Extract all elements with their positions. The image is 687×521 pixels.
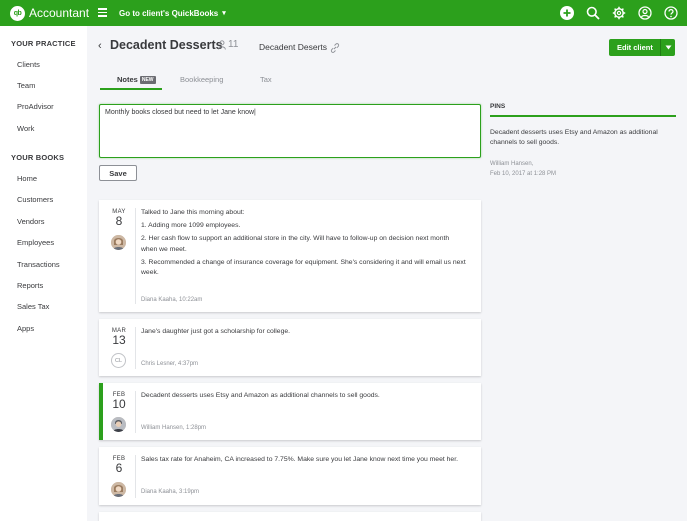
sidebar: YOUR PRACTICE Clients Team ProAdvisor Wo… [0, 26, 87, 521]
sidebar-item-team[interactable]: Team [17, 81, 35, 90]
sidebar-item-home[interactable]: Home [17, 174, 37, 183]
sidebar-item-clients[interactable]: Clients [17, 60, 40, 69]
note-card[interactable]: MAY 8 Talked to Jane this morning about:… [99, 200, 481, 312]
sidebar-item-work[interactable]: Work [17, 124, 34, 133]
edit-client-dropdown-toggle[interactable] [660, 39, 675, 56]
help-icon[interactable] [663, 5, 679, 21]
page-title: Decadent Desserts [110, 38, 223, 52]
sidebar-item-sales-tax[interactable]: Sales Tax [17, 302, 49, 311]
pins-title: PINS [490, 103, 506, 110]
tabs: Notes NEW Bookkeeping Tax [100, 70, 480, 90]
pinned-note-text: Decadent desserts uses Etsy and Amazon a… [490, 129, 658, 146]
active-tab-indicator [100, 88, 162, 90]
note-day: 8 [115, 214, 123, 228]
pinned-note-author: William Hansen, [490, 161, 534, 167]
quickbooks-logo-icon: qb [10, 5, 25, 21]
note-day: 13 [112, 333, 126, 347]
note-meta: Chris Lesner, 4:37pm [141, 361, 199, 367]
pinned-note-meta: William Hansen, Feb 10, 2017 at 1:28 PM [490, 159, 556, 179]
client-switch-label: Go to client's QuickBooks [119, 8, 219, 18]
sidebar-section-your-books: YOUR BOOKS [11, 153, 65, 162]
note-day: 10 [112, 397, 126, 411]
note-day: 6 [115, 461, 123, 475]
sidebar-item-employees[interactable]: Employees [17, 238, 54, 247]
note-body: Talked to Jane this morning about: 1. Ad… [141, 208, 466, 281]
member-count[interactable]: 11 [218, 39, 238, 50]
note-body: Jane's daughter just got a scholarship f… [141, 327, 466, 340]
link-icon[interactable] [330, 40, 340, 58]
note-divider [135, 208, 136, 304]
avatar [111, 482, 126, 497]
chevron-down-icon: ▾ [222, 10, 226, 17]
note-divider [135, 391, 136, 433]
tab-notes[interactable]: Notes NEW [117, 75, 156, 84]
note-input[interactable] [99, 104, 481, 158]
note-body: Sales tax rate for Anaheim, CA increased… [141, 455, 466, 468]
note-card-pinned[interactable]: FEB 10 Decadent desserts uses Etsy and A… [99, 383, 481, 440]
avatar [111, 235, 126, 250]
tab-notes-label: Notes [117, 75, 138, 84]
tab-bookkeeping[interactable]: Bookkeeping [180, 75, 223, 84]
sidebar-item-vendors[interactable]: Vendors [17, 217, 45, 226]
note-date: MAY 8 [99, 209, 139, 227]
member-count-value: 11 [228, 39, 239, 50]
note-date: MAR 13 [99, 328, 139, 346]
new-badge: NEW [139, 76, 156, 84]
note-line: Decadent desserts uses Etsy and Amazon a… [141, 392, 380, 399]
note-divider [135, 455, 136, 498]
logo[interactable]: qb Accountant [10, 5, 90, 21]
hamburger-menu-icon[interactable] [98, 8, 107, 17]
sidebar-item-customers[interactable]: Customers [17, 195, 53, 204]
note-meta: Diana Kaaha, 3:19pm [141, 489, 200, 495]
go-to-client-quickbooks-dropdown[interactable]: Go to client's QuickBooks ▾ [119, 0, 226, 26]
app-name: Accountant [29, 6, 90, 20]
person-icon [218, 39, 226, 50]
note-line: 3. Recommended a change of insurance cov… [141, 258, 466, 277]
note-line: Talked to Jane this morning about: [141, 209, 245, 216]
pinned-note-date: Feb 10, 2017 at 1:28 PM [490, 171, 557, 177]
avatar-initials: CL [111, 353, 126, 368]
gear-icon[interactable] [611, 5, 627, 21]
note-divider [135, 327, 136, 369]
back-chevron-icon[interactable]: ‹ [98, 40, 102, 52]
note-line: 2. Her cash flow to support an additiona… [141, 235, 450, 253]
plus-icon[interactable] [559, 5, 575, 21]
note-date: FEB 10 [99, 392, 139, 410]
note-card-partial[interactable] [99, 512, 481, 521]
sidebar-item-transactions[interactable]: Transactions [17, 260, 60, 269]
caret-down-icon [665, 45, 671, 50]
note-meta: Diana Kaaha, 10:22am [141, 297, 203, 303]
search-icon[interactable] [585, 5, 601, 21]
tab-tax[interactable]: Tax [260, 75, 272, 84]
sidebar-item-apps[interactable]: Apps [17, 324, 34, 333]
note-card[interactable]: MAR 13 CL Jane's daughter just got a sch… [99, 319, 481, 376]
note-body: Decadent desserts uses Etsy and Amazon a… [141, 391, 466, 404]
user-icon[interactable] [637, 5, 653, 21]
sidebar-section-your-practice: YOUR PRACTICE [11, 39, 76, 48]
company-name: Decadent Deserts [259, 42, 328, 52]
note-line: Sales tax rate for Anaheim, CA increased… [141, 456, 458, 463]
note-line: 1. Adding more 1099 employees. [141, 222, 241, 229]
top-navigation-bar: qb Accountant Go to client's QuickBooks … [0, 0, 687, 26]
note-line: Jane's daughter just got a scholarship f… [141, 328, 291, 335]
save-button[interactable]: Save [99, 165, 137, 181]
note-card[interactable]: FEB 6 Sales tax rate for Anaheim, CA inc… [99, 447, 481, 505]
pins-underline [490, 115, 676, 117]
note-date: FEB 6 [99, 456, 139, 474]
sidebar-item-proadvisor[interactable]: ProAdvisor [17, 102, 54, 111]
note-meta: William Hansen, 1:28pm [141, 425, 207, 431]
edit-client-button-group: Edit client [609, 39, 675, 56]
avatar [111, 417, 126, 432]
sidebar-item-reports[interactable]: Reports [17, 281, 43, 290]
edit-client-button[interactable]: Edit client [609, 43, 660, 52]
